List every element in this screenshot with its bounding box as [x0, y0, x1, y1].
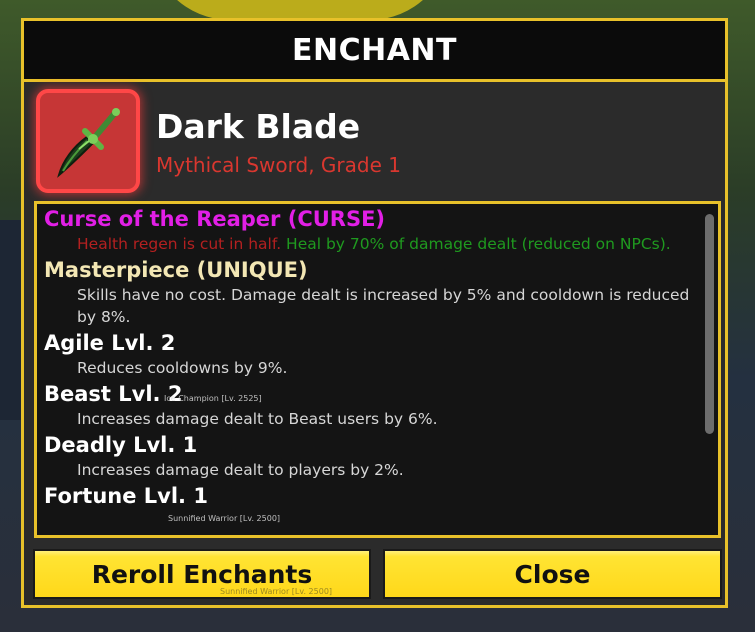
enchant-desc: Skills have no cost. Damage dealt is inc… — [44, 284, 694, 328]
enchant-desc-text: Reduces cooldowns by 9%. — [77, 359, 288, 377]
enchant-desc-text: Increases damage dealt to players by 2%. — [77, 461, 404, 479]
enchant-entry-curse: Curse of the Reaper (CURSE) Health regen… — [44, 206, 694, 255]
enchant-desc-text: Skills have no cost. Damage dealt is inc… — [77, 286, 690, 326]
enchant-title: Agile Lvl. 2 — [44, 331, 176, 355]
enchant-entry-fortune: Fortune Lvl. 1 — [44, 483, 694, 510]
enchant-entry-deadly: Deadly Lvl. 1 Increases damage dealt to … — [44, 432, 694, 481]
scrollbar[interactable] — [705, 214, 714, 434]
enchant-title: Beast Lvl. 2 — [44, 382, 183, 406]
enchant-desc: Increases damage dealt to Beast users by… — [44, 408, 694, 430]
enchant-desc: Health regen is cut in half. Heal by 70%… — [44, 233, 694, 255]
item-icon-frame — [36, 89, 140, 193]
enchant-title: Deadly Lvl. 1 — [44, 433, 198, 457]
enchant-list-box[interactable]: Curse of the Reaper (CURSE) Health regen… — [34, 201, 721, 538]
enchant-title: Masterpiece (UNIQUE) — [44, 258, 308, 282]
enchant-title: Curse of the Reaper (CURSE) — [44, 207, 386, 231]
background-sun — [150, 0, 450, 20]
enchant-entry-beast: Beast Lvl. 2 Increases damage dealt to B… — [44, 381, 694, 430]
close-button[interactable]: Close — [383, 549, 722, 599]
enchant-list: Curse of the Reaper (CURSE) Health regen… — [44, 206, 694, 512]
curse-penalty-text: Health regen is cut in half. — [77, 235, 287, 253]
item-rarity: Mythical Sword, Grade 1 — [156, 153, 401, 177]
enchant-desc: Reduces cooldowns by 9%. — [44, 357, 694, 379]
sword-icon — [57, 108, 120, 178]
enchant-panel: ENCHANT Dark Blade Mythical Sword, Grade… — [21, 18, 728, 608]
enchant-desc: Increases damage dealt to players by 2%. — [44, 459, 694, 481]
enchant-entry-masterpiece: Masterpiece (UNIQUE) Skills have no cost… — [44, 257, 694, 328]
player-nameplate: Sunnified Warrior [Lv. 2500] — [168, 514, 281, 523]
enchant-entry-agile: Agile Lvl. 2 Reduces cooldowns by 9%. — [44, 330, 694, 379]
curse-bonus-text: Heal by 70% of damage dealt (reduced on … — [286, 235, 671, 253]
enchant-title: Fortune Lvl. 1 — [44, 484, 208, 508]
player-nameplate: Ice Champion [Lv. 2525] — [164, 394, 262, 403]
enchant-desc-text: Increases damage dealt to Beast users by… — [77, 410, 438, 428]
panel-title: ENCHANT — [24, 21, 725, 82]
item-name: Dark Blade — [156, 107, 361, 146]
player-nameplate: Sunnified Warrior [Lv. 2500] — [220, 587, 333, 596]
